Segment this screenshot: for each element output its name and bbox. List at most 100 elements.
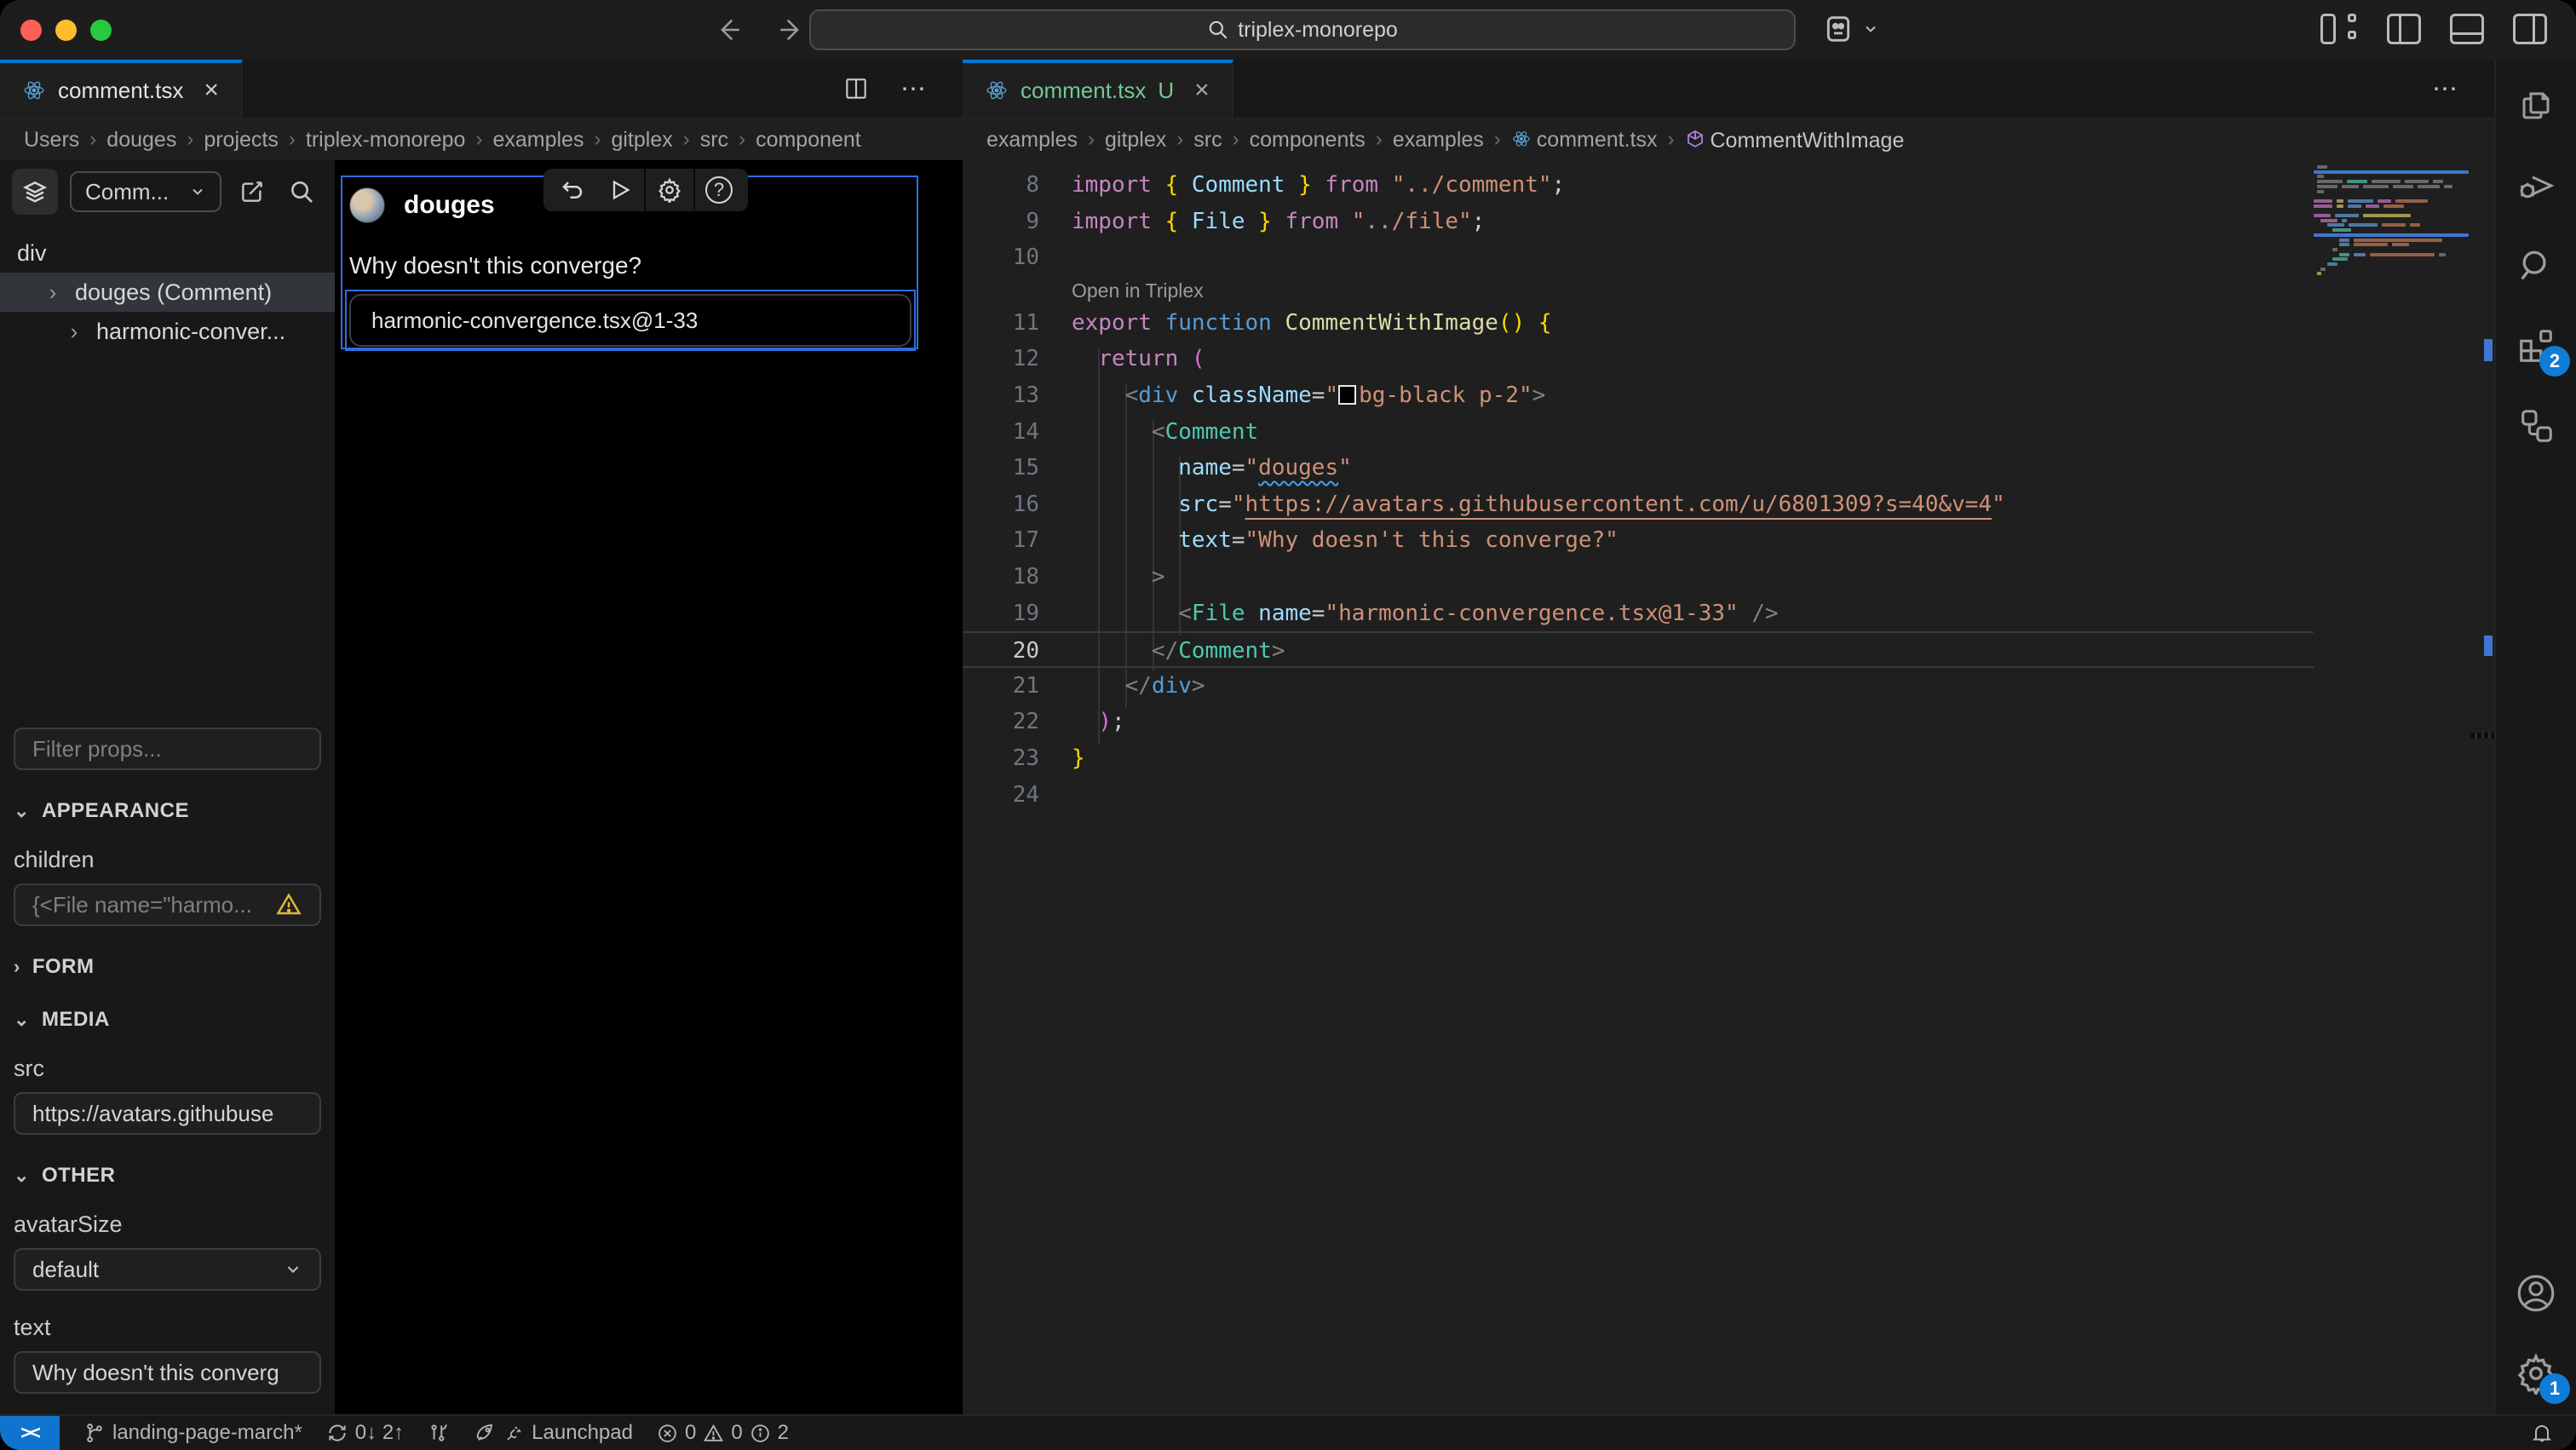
breadcrumb-item[interactable]: Users — [24, 128, 79, 152]
breadcrumb-separator: › — [594, 128, 601, 152]
breadcrumb-item[interactable]: examples — [986, 128, 1078, 152]
breadcrumb-item[interactable]: projects — [204, 128, 279, 152]
remote-indicator[interactable]: >< — [0, 1416, 60, 1450]
play-icon[interactable] — [596, 169, 644, 211]
code-line-15[interactable]: 15 name="douges" — [963, 450, 2314, 486]
code-line-11[interactable]: 11export function CommentWithImage() { — [963, 305, 2314, 342]
more-actions-icon[interactable]: ⋯ — [2432, 74, 2460, 104]
new-file-icon[interactable] — [233, 173, 271, 210]
section-media[interactable]: ⌄MEDIA — [0, 1008, 335, 1032]
line-number: 10 — [963, 239, 1039, 276]
close-tab-icon[interactable]: × — [204, 76, 219, 105]
code-line-14[interactable]: 14 <Comment — [963, 414, 2314, 451]
code-editor[interactable]: 8import { Comment } from "../comment";9i… — [963, 160, 2494, 1414]
breadcrumb-item[interactable]: triplex-monorepo — [306, 128, 466, 152]
code-line-9[interactable]: 9import { File } from "../file"; — [963, 204, 2314, 240]
chevron-right-icon[interactable]: › — [66, 319, 83, 345]
children-prop-input[interactable]: {<File name="harmo... — [14, 883, 321, 926]
code-line-8[interactable]: 8import { Comment } from "../comment"; — [963, 167, 2314, 204]
code-line-17[interactable]: 17 text="Why doesn't this converge?" — [963, 522, 2314, 559]
code-line-24[interactable]: 24 — [963, 777, 2314, 814]
text-prop-input[interactable]: Why doesn't this converg — [14, 1351, 321, 1394]
breadcrumb-item[interactable]: douges — [106, 128, 176, 152]
tune-item[interactable] — [428, 1422, 450, 1444]
scene-tree: div›douges (Comment)›harmonic-conver... — [0, 233, 335, 351]
undo-icon[interactable] — [549, 169, 596, 211]
command-center-search[interactable]: triplex-monorepo — [809, 9, 1796, 50]
git-sync-item[interactable]: 0↓ 2↑ — [326, 1421, 404, 1445]
src-prop-label: src — [0, 1056, 335, 1082]
code-line-20[interactable]: 20 </Comment> — [963, 631, 2314, 668]
file-chip[interactable]: harmonic-convergence.tsx@1-33 — [349, 294, 911, 347]
notifications-bell-icon[interactable] — [2530, 1421, 2554, 1445]
back-icon[interactable] — [714, 15, 743, 44]
close-window-button[interactable] — [20, 20, 42, 41]
toggle-panel-icon[interactable] — [2450, 14, 2484, 44]
tab-comment-tsx-left[interactable]: comment.tsx × — [0, 60, 243, 118]
breadcrumb-item-symbol[interactable]: CommentWithImage — [1685, 127, 1905, 153]
breadcrumb-item[interactable]: src — [1193, 128, 1222, 152]
settings-gear-icon[interactable]: 1 — [2509, 1346, 2563, 1401]
launchpad-item[interactable]: Launchpad — [474, 1421, 633, 1445]
hierarchy-icon[interactable] — [2509, 399, 2563, 453]
chevron-right-icon[interactable]: › — [44, 279, 61, 306]
code-line-21[interactable]: 21 </div> — [963, 668, 2314, 705]
toggle-secondary-sidebar-icon[interactable] — [2513, 14, 2547, 44]
tree-item-div[interactable]: div — [0, 233, 335, 273]
maximize-window-button[interactable] — [90, 20, 112, 41]
avatar-size-select[interactable]: default — [14, 1248, 321, 1291]
component-select[interactable]: Comm... — [70, 171, 221, 212]
search-icon[interactable] — [2509, 239, 2563, 293]
section-appearance[interactable]: ⌄APPEARANCE — [0, 799, 335, 823]
code-line-19[interactable]: 19 <File name="harmonic-convergence.tsx@… — [963, 596, 2314, 632]
breadcrumb-item[interactable]: components — [1250, 128, 1366, 152]
account-icon[interactable] — [2509, 1266, 2563, 1321]
line-number: 15 — [963, 450, 1039, 486]
code-line-22[interactable]: 22 ); — [963, 704, 2314, 740]
breadcrumb-item[interactable]: src — [700, 128, 728, 152]
left-breadcrumb[interactable]: Users›douges›projects›triplex-monorepo›e… — [0, 119, 963, 160]
minimize-window-button[interactable] — [55, 20, 77, 41]
forward-icon[interactable] — [777, 15, 806, 44]
code-line-23[interactable]: 23} — [963, 740, 2314, 777]
tree-item-harmonic-conver-[interactable]: ›harmonic-conver... — [0, 312, 335, 351]
breadcrumb-item[interactable]: gitplex — [611, 128, 672, 152]
split-editor-icon[interactable] — [842, 75, 870, 102]
extensions-icon[interactable]: 2 — [2509, 319, 2563, 373]
problems-item[interactable]: 0 0 2 — [657, 1421, 789, 1445]
customize-layout-icon[interactable] — [2320, 14, 2358, 44]
more-actions-icon[interactable]: ⋯ — [900, 74, 929, 104]
git-branch-item[interactable]: landing-page-march* — [83, 1421, 302, 1445]
breadcrumb-item[interactable]: examples — [492, 128, 584, 152]
code-lens-open-in-triplex[interactable]: Open in Triplex — [963, 276, 2314, 305]
tree-item-douges-comment-[interactable]: ›douges (Comment) — [0, 273, 335, 312]
filter-props-input[interactable]: Filter props... — [14, 728, 321, 770]
preview-canvas[interactable]: douges Why doesn't this converge? harmon… — [336, 160, 963, 1414]
overview-ruler[interactable] — [2470, 160, 2494, 1414]
explorer-icon[interactable] — [2509, 78, 2563, 133]
breadcrumb-item[interactable]: examples — [1393, 128, 1484, 152]
color-swatch[interactable] — [1338, 385, 1356, 405]
run-debug-icon[interactable] — [2509, 158, 2563, 213]
layers-button[interactable] — [12, 169, 58, 215]
code-line-13[interactable]: 13 <div className="bg-black p-2"> — [963, 377, 2314, 414]
code-line-18[interactable]: 18 > — [963, 559, 2314, 596]
settings-icon[interactable] — [646, 169, 693, 211]
right-breadcrumb[interactable]: examples›gitplex›src›components›examples… — [963, 119, 2494, 160]
code-line-12[interactable]: 12 return ( — [963, 341, 2314, 377]
tab-comment-tsx-right[interactable]: comment.tsx U × — [963, 60, 1233, 118]
breadcrumb-item-file[interactable]: comment.tsx — [1511, 128, 1658, 152]
section-form[interactable]: ›FORM — [0, 955, 335, 979]
section-other[interactable]: ⌄OTHER — [0, 1164, 335, 1188]
breadcrumb-item[interactable]: component — [756, 128, 861, 152]
close-tab-icon[interactable]: × — [1194, 76, 1210, 105]
toggle-sidebar-icon[interactable] — [2387, 14, 2421, 44]
minimap[interactable] — [2314, 160, 2469, 433]
search-icon[interactable] — [283, 173, 320, 210]
src-prop-input[interactable]: https://avatars.githubuse — [14, 1092, 321, 1135]
profile-menu[interactable] — [1821, 12, 1879, 46]
code-line-10[interactable]: 10 — [963, 239, 2314, 276]
code-line-16[interactable]: 16 src="https://avatars.githubuserconten… — [963, 486, 2314, 523]
breadcrumb-item[interactable]: gitplex — [1105, 128, 1166, 152]
help-icon[interactable]: ? — [695, 169, 743, 211]
